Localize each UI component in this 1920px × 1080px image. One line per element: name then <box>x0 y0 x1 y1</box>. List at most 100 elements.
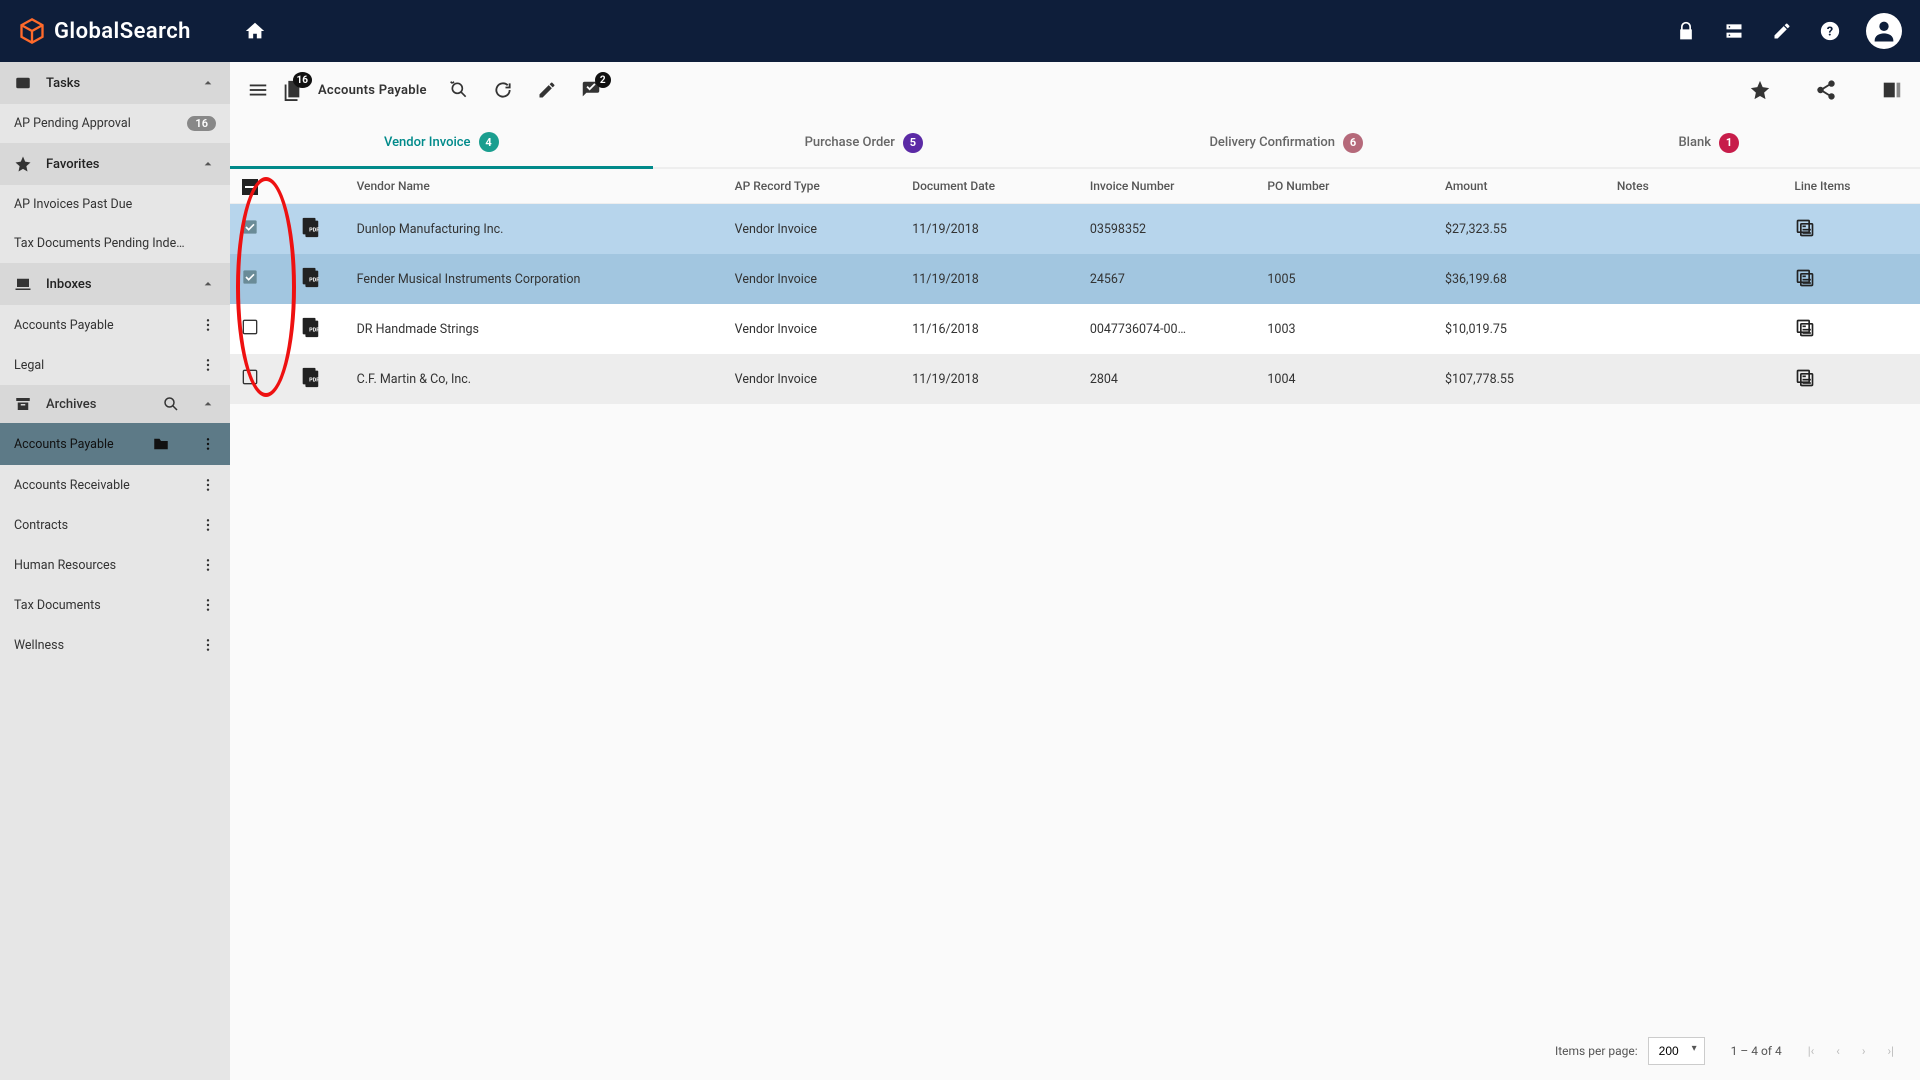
help-icon[interactable]: ? <box>1818 19 1842 43</box>
topbar: GlobalSearch ? <box>0 0 1920 62</box>
cell-docdate: 11/19/2018 <box>900 354 1078 404</box>
more-icon[interactable] <box>200 436 216 452</box>
last-page-icon[interactable]: ›| <box>1887 1044 1894 1058</box>
pdf-icon[interactable]: PDF <box>299 266 321 288</box>
documents-icon[interactable]: 16 <box>280 78 304 102</box>
column-header-vendor[interactable]: Vendor Name <box>345 169 723 204</box>
star-icon[interactable] <box>1748 78 1772 102</box>
row-checkbox[interactable] <box>242 219 258 235</box>
more-icon[interactable] <box>200 477 216 493</box>
sidebar-section-favorites[interactable]: Favorites <box>0 143 230 185</box>
sidebar-item-archive-human-resources[interactable]: Human Resources <box>0 545 230 585</box>
tab-blank[interactable]: Blank 1 <box>1498 118 1920 167</box>
logo: GlobalSearch <box>18 17 191 45</box>
cell-docdate: 11/19/2018 <box>900 254 1078 304</box>
tab-badge: 4 <box>479 132 499 152</box>
tab-vendor-invoice[interactable]: Vendor Invoice 4 <box>230 118 653 169</box>
row-checkbox[interactable] <box>242 319 258 335</box>
table-row[interactable]: PDFDR Handmade StringsVendor Invoice11/1… <box>230 304 1920 354</box>
pdf-icon[interactable]: PDF <box>299 366 321 388</box>
line-items-icon[interactable] <box>1794 367 1816 389</box>
avatar[interactable] <box>1866 13 1902 49</box>
select-all-checkbox[interactable] <box>242 179 258 195</box>
first-page-icon[interactable]: |‹ <box>1808 1044 1815 1058</box>
next-page-icon[interactable]: › <box>1862 1044 1866 1058</box>
svg-text:PDF: PDF <box>309 228 319 234</box>
more-icon[interactable] <box>200 637 216 653</box>
sidebar-item-label: Wellness <box>14 638 64 653</box>
tab-label: Blank <box>1678 135 1711 150</box>
line-items-icon[interactable] <box>1794 317 1816 339</box>
sidebar-section-label: Tasks <box>46 76 80 91</box>
sidebar-item-ap-pending-approval[interactable]: AP Pending Approval 16 <box>0 104 230 143</box>
pdf-icon[interactable]: PDF <box>299 216 321 238</box>
tab-label: Purchase Order <box>805 135 895 150</box>
view-toggle-icon[interactable] <box>1880 78 1904 102</box>
sidebar-item-tax-documents-pending[interactable]: Tax Documents Pending Inde… <box>0 224 230 263</box>
cell-invoice: 03598352 <box>1078 204 1256 255</box>
pdf-icon[interactable]: PDF <box>299 316 321 338</box>
more-icon[interactable] <box>200 557 216 573</box>
table-row[interactable]: PDFDunlop Manufacturing Inc.Vendor Invoi… <box>230 204 1920 255</box>
column-header-invoice[interactable]: Invoice Number <box>1078 169 1256 204</box>
line-items-icon[interactable] <box>1794 217 1816 239</box>
cell-vendor: Dunlop Manufacturing Inc. <box>345 204 723 255</box>
items-per-page-select[interactable]: 200 <box>1648 1037 1705 1065</box>
edit-icon[interactable] <box>535 78 559 102</box>
sidebar-section-tasks[interactable]: Tasks <box>0 62 230 104</box>
column-header-po[interactable]: PO Number <box>1255 169 1433 204</box>
sidebar-section-archives[interactable]: Archives <box>0 385 230 423</box>
search-icon[interactable] <box>162 395 180 413</box>
share-icon[interactable] <box>1814 78 1838 102</box>
compose-icon[interactable] <box>1770 19 1794 43</box>
archive-icon <box>14 395 32 413</box>
lock-icon[interactable] <box>1674 19 1698 43</box>
more-icon[interactable] <box>200 317 216 333</box>
svg-text:?: ? <box>1827 25 1833 40</box>
refresh-icon[interactable] <box>491 78 515 102</box>
sidebar-item-archive-tax-documents[interactable]: Tax Documents <box>0 585 230 625</box>
column-header-rectype[interactable]: AP Record Type <box>723 169 901 204</box>
sidebar-item-inbox-accounts-payable[interactable]: Accounts Payable <box>0 305 230 345</box>
storage-icon[interactable] <box>1722 19 1746 43</box>
cell-invoice: 2804 <box>1078 354 1256 404</box>
column-header-docdate[interactable]: Document Date <box>900 169 1078 204</box>
sidebar-item-archive-accounts-receivable[interactable]: Accounts Receivable <box>0 465 230 505</box>
menu-icon[interactable] <box>246 78 270 102</box>
badge: 16 <box>293 72 312 88</box>
main: 16 Accounts Payable 2 Vendor Invoice 4 <box>230 62 1920 1080</box>
sidebar-item-inbox-legal[interactable]: Legal <box>0 345 230 385</box>
column-header-amount[interactable]: Amount <box>1433 169 1605 204</box>
column-header-notes[interactable]: Notes <box>1605 169 1783 204</box>
tab-label: Delivery Confirmation <box>1209 135 1335 150</box>
home-icon[interactable] <box>243 19 267 43</box>
app-title: GlobalSearch <box>54 19 191 44</box>
cell-invoice: 0047736074-00… <box>1078 304 1256 354</box>
row-checkbox[interactable] <box>242 269 258 285</box>
line-items-icon[interactable] <box>1794 267 1816 289</box>
more-icon[interactable] <box>200 597 216 613</box>
sidebar-item-ap-invoices-past-due[interactable]: AP Invoices Past Due <box>0 185 230 224</box>
sidebar-section-label: Inboxes <box>46 277 92 292</box>
tab-purchase-order[interactable]: Purchase Order 5 <box>653 118 1076 167</box>
table-row[interactable]: PDFFender Musical Instruments Corporatio… <box>230 254 1920 304</box>
cell-notes <box>1605 254 1783 304</box>
sidebar-section-inboxes[interactable]: Inboxes <box>0 263 230 305</box>
paginator: Items per page: 200 1 – 4 of 4 |‹ ‹ › ›| <box>230 1022 1920 1080</box>
column-header-lineitems[interactable]: Line Items <box>1782 169 1920 204</box>
chevron-up-icon <box>200 75 216 91</box>
sidebar-item-archive-contracts[interactable]: Contracts <box>0 505 230 545</box>
tab-delivery-confirmation[interactable]: Delivery Confirmation 6 <box>1075 118 1498 167</box>
prev-page-icon[interactable]: ‹ <box>1836 1044 1840 1058</box>
swap-search-icon[interactable] <box>447 78 471 102</box>
sidebar-item-archive-wellness[interactable]: Wellness <box>0 625 230 665</box>
table-row[interactable]: PDFC.F. Martin & Co, Inc.Vendor Invoice1… <box>230 354 1920 404</box>
more-icon[interactable] <box>200 517 216 533</box>
more-icon[interactable] <box>200 357 216 373</box>
cell-rectype: Vendor Invoice <box>723 354 901 404</box>
row-checkbox[interactable] <box>242 369 258 385</box>
approve-icon[interactable]: 2 <box>579 78 603 102</box>
sidebar-item-archive-accounts-payable[interactable]: Accounts Payable <box>0 423 230 465</box>
badge: 2 <box>595 72 611 88</box>
cell-notes <box>1605 304 1783 354</box>
